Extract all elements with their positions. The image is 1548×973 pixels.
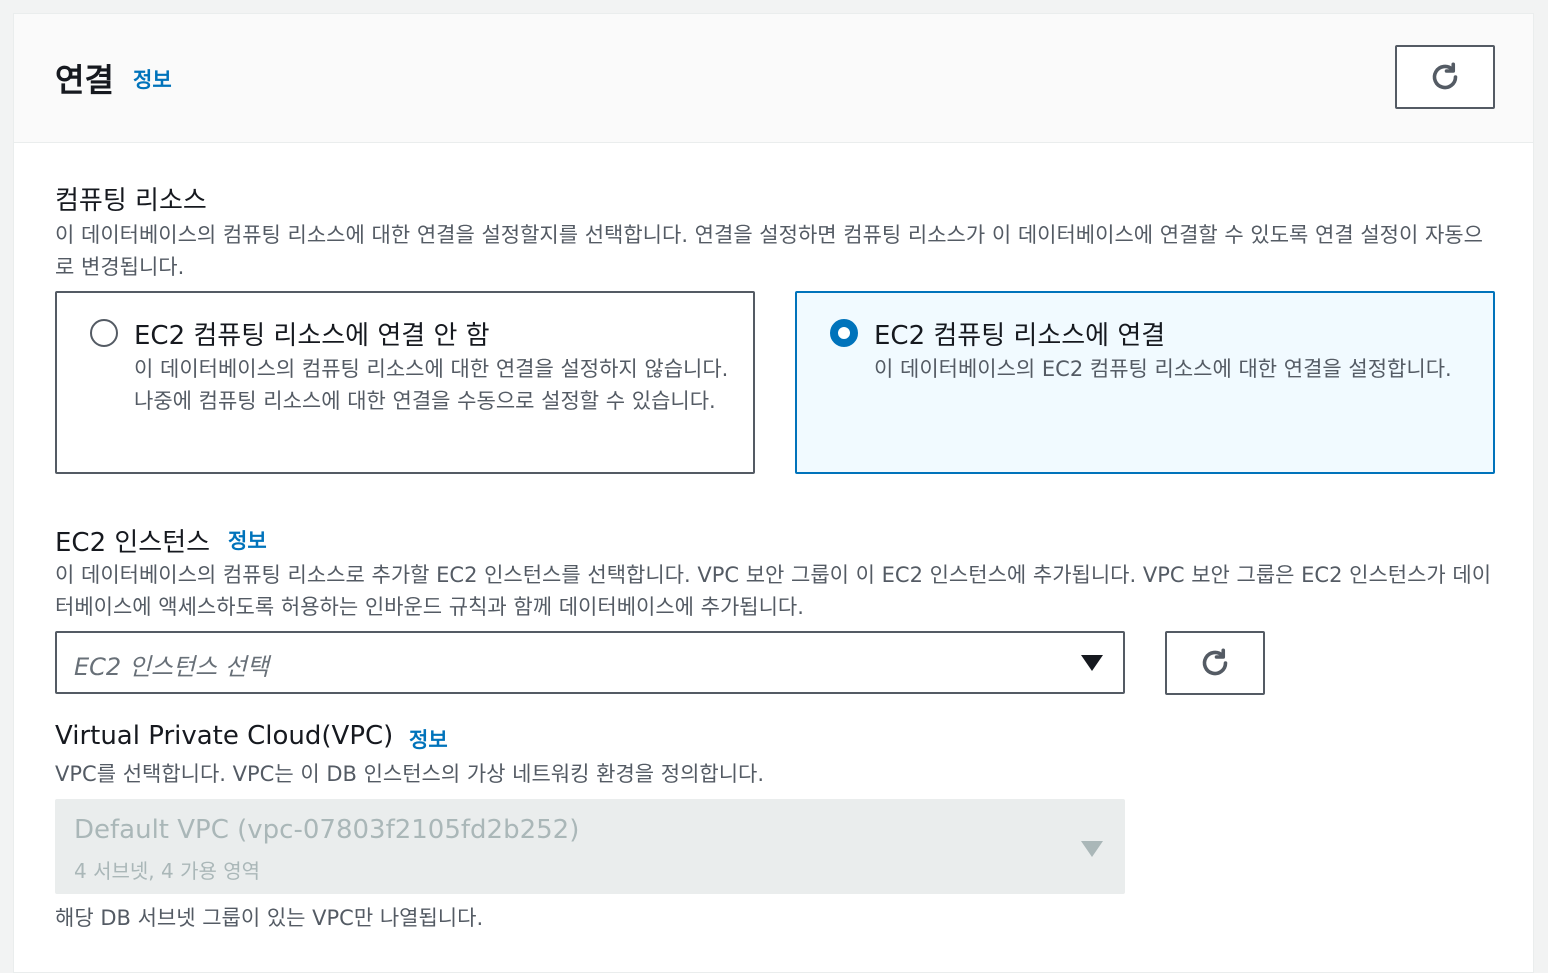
refresh-icon (1202, 648, 1228, 676)
caret-down-icon (1081, 841, 1103, 857)
ec2-label: EC2 인스턴스 (55, 528, 211, 558)
vpc-label: Virtual Private Cloud(VPC) (55, 721, 394, 751)
option-connect-title: EC2 컴퓨팅 리소스에 연결 (874, 321, 1166, 351)
option-connect[interactable]: EC2 컴퓨팅 리소스에 연결 이 데이터베이스의 EC2 컴퓨팅 리소스에 대… (795, 291, 1495, 474)
vpc-info-link[interactable]: 정보 (409, 724, 448, 754)
ec2-info-link[interactable]: 정보 (228, 525, 267, 555)
section-info-link[interactable]: 정보 (133, 64, 172, 94)
ec2-refresh-button[interactable] (1165, 631, 1265, 695)
ec2-select-placeholder: EC2 인스턴스 선택 (74, 653, 269, 681)
radio-connect[interactable] (830, 319, 858, 347)
vpc-select-subtext: 4 서브넷, 4 가용 영역 (74, 859, 261, 883)
vpc-description: VPC를 선택합니다. VPC는 이 DB 인스턴스의 가상 네트워킹 환경을 … (55, 762, 765, 786)
vpc-select: Default VPC (vpc-07803f2105fd2b252) 4 서브… (55, 799, 1125, 894)
panel-header: 연결 정보 (14, 14, 1533, 143)
compute-label: 컴퓨팅 리소스 (55, 186, 207, 216)
connectivity-panel: 연결 정보 컴퓨팅 리소스 이 데이터베이스의 컴퓨팅 리소스에 대한 연결을 … (13, 13, 1534, 973)
ec2-instance-select[interactable]: EC2 인스턴스 선택 (55, 631, 1125, 694)
vpc-hint: 해당 DB 서브넷 그룹이 있는 VPC만 나열됩니다. (55, 906, 484, 930)
section-title: 연결 (55, 61, 114, 99)
radio-no-connect[interactable] (90, 319, 118, 347)
ec2-description: 이 데이터베이스의 컴퓨팅 리소스로 추가할 EC2 인스턴스를 선택합니다. … (55, 563, 1492, 619)
option-no-connect-title: EC2 컴퓨팅 리소스에 연결 안 함 (134, 321, 490, 351)
vpc-select-value: Default VPC (vpc-07803f2105fd2b252) (74, 815, 580, 845)
refresh-icon (1432, 62, 1458, 90)
caret-down-icon (1081, 655, 1103, 671)
option-connect-description: 이 데이터베이스의 EC2 컴퓨팅 리소스에 대한 연결을 설정합니다. (874, 357, 1452, 381)
option-no-connect[interactable]: EC2 컴퓨팅 리소스에 연결 안 함 이 데이터베이스의 컴퓨팅 리소스에 대… (55, 291, 755, 474)
header-refresh-button[interactable] (1395, 45, 1495, 109)
option-no-connect-description: 이 데이터베이스의 컴퓨팅 리소스에 대한 연결을 설정하지 않습니다. 나중에… (134, 357, 729, 413)
compute-description: 이 데이터베이스의 컴퓨팅 리소스에 대한 연결을 설정할지를 선택합니다. 연… (55, 223, 1483, 279)
